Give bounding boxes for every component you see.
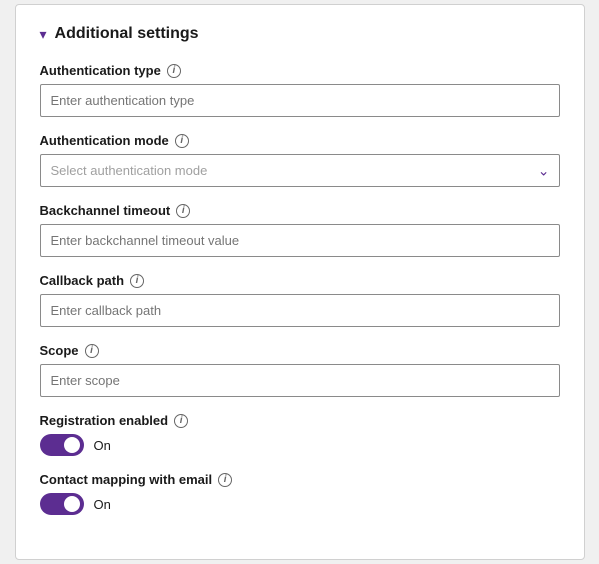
contact-mapping-toggle-label: On (94, 497, 111, 512)
collapse-chevron-icon[interactable]: ▾ (40, 26, 47, 43)
registration-enabled-field: Registration enabled i On (40, 413, 560, 456)
backchannel-timeout-label: Backchannel timeout i (40, 203, 560, 218)
callback-path-field: Callback path i (40, 273, 560, 327)
scope-label: Scope i (40, 343, 560, 358)
scope-info-icon[interactable]: i (85, 344, 99, 358)
backchannel-timeout-field: Backchannel timeout i (40, 203, 560, 257)
registration-enabled-toggle-row: On (40, 434, 560, 456)
auth-mode-label: Authentication mode i (40, 133, 560, 148)
registration-enabled-info-icon[interactable]: i (174, 414, 188, 428)
backchannel-timeout-info-icon[interactable]: i (176, 204, 190, 218)
contact-mapping-field: Contact mapping with email i On (40, 472, 560, 515)
registration-enabled-toggle-label: On (94, 438, 111, 453)
section-header: ▾ Additional settings (40, 25, 560, 43)
registration-enabled-label: Registration enabled i (40, 413, 560, 428)
auth-mode-field: Authentication mode i Select authenticat… (40, 133, 560, 187)
callback-path-info-icon[interactable]: i (130, 274, 144, 288)
section-title: Additional settings (55, 25, 199, 43)
auth-type-info-icon[interactable]: i (167, 64, 181, 78)
toggle-track (40, 434, 84, 456)
callback-path-label: Callback path i (40, 273, 560, 288)
contact-mapping-info-icon[interactable]: i (218, 473, 232, 487)
additional-settings-card: ▾ Additional settings Authentication typ… (15, 4, 585, 560)
callback-path-input[interactable] (40, 294, 560, 327)
auth-type-input[interactable] (40, 84, 560, 117)
auth-mode-info-icon[interactable]: i (175, 134, 189, 148)
scope-field: Scope i (40, 343, 560, 397)
auth-type-field: Authentication type i (40, 63, 560, 117)
registration-enabled-toggle[interactable] (40, 434, 84, 456)
toggle-thumb (64, 437, 80, 453)
auth-type-label: Authentication type i (40, 63, 560, 78)
scope-input[interactable] (40, 364, 560, 397)
toggle-track (40, 493, 84, 515)
auth-mode-select[interactable]: Select authentication mode (40, 154, 560, 187)
backchannel-timeout-input[interactable] (40, 224, 560, 257)
contact-mapping-label: Contact mapping with email i (40, 472, 560, 487)
toggle-thumb (64, 496, 80, 512)
contact-mapping-toggle[interactable] (40, 493, 84, 515)
auth-mode-select-wrapper: Select authentication mode ⌄ (40, 154, 560, 187)
contact-mapping-toggle-row: On (40, 493, 560, 515)
